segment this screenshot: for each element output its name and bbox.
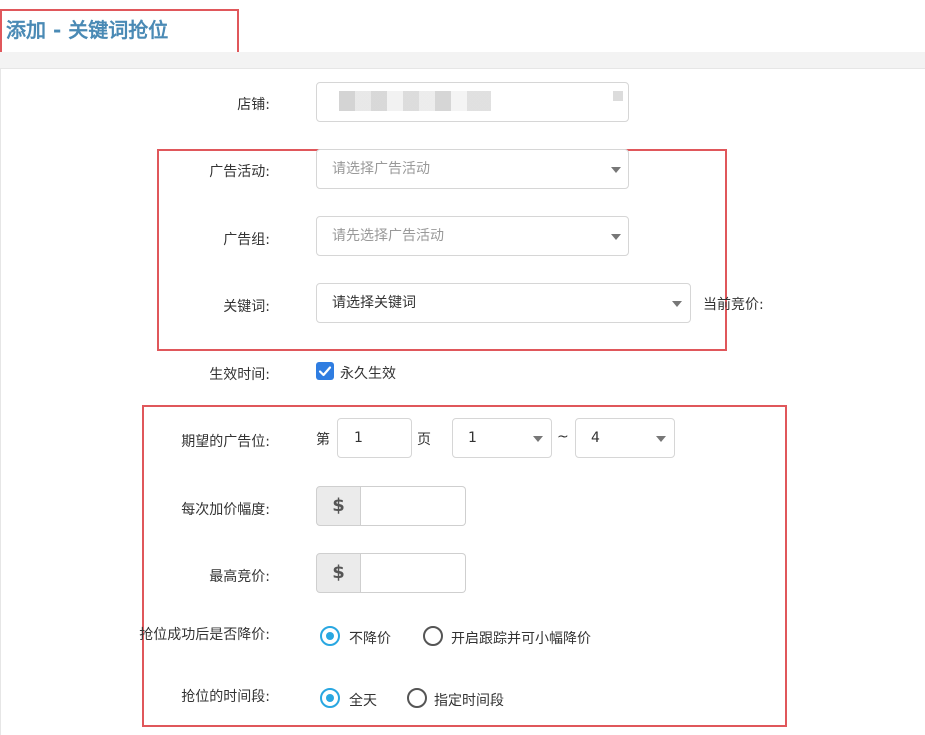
header-divider <box>0 52 925 69</box>
ad-group-select[interactable]: 请先选择广告活动 <box>316 216 629 256</box>
keyword-select-placeholder: 请选择关键词 <box>332 295 416 311</box>
keyword-select[interactable]: 请选择关键词 <box>316 283 691 323</box>
store-field[interactable] <box>316 82 629 122</box>
chevron-down-icon <box>611 234 621 240</box>
no-lower-radio[interactable] <box>320 626 340 646</box>
permanent-checkbox[interactable] <box>316 362 334 380</box>
ad-group-select-placeholder: 请先选择广告活动 <box>332 228 444 244</box>
check-icon <box>318 366 332 377</box>
permanent-checkbox-label[interactable]: 永久生效 <box>340 363 396 383</box>
dollar-icon: $ <box>316 486 361 526</box>
store-label: 店铺: <box>237 97 270 113</box>
specified-period-radio-label[interactable]: 指定时间段 <box>434 690 504 710</box>
chevron-down-icon <box>533 436 543 442</box>
max-bid-input[interactable] <box>361 553 466 593</box>
increment-label: 每次加价幅度: <box>181 502 270 518</box>
specified-period-radio[interactable] <box>407 688 427 708</box>
track-lower-radio[interactable] <box>423 626 443 646</box>
position-from-value: 1 <box>468 430 477 446</box>
campaign-label: 广告活动: <box>209 164 270 180</box>
position-to-select[interactable]: 4 <box>575 418 675 458</box>
current-bid-label: 当前竞价: <box>703 297 764 313</box>
keyword-label: 关键词: <box>223 299 270 315</box>
max-bid-label: 最高竞价: <box>209 569 270 585</box>
store-value-redacted <box>339 91 491 111</box>
campaign-select[interactable]: 请选择广告活动 <box>316 149 629 189</box>
left-border <box>0 68 1 735</box>
track-lower-radio-label[interactable]: 开启跟踪并可小幅降价 <box>451 628 591 648</box>
no-lower-radio-label[interactable]: 不降价 <box>349 628 391 648</box>
page-number-input[interactable]: 1 <box>337 418 412 458</box>
chevron-down-icon <box>656 436 666 442</box>
effective-time-label: 生效时间: <box>209 367 270 383</box>
store-redacted-mark <box>613 91 623 101</box>
ad-group-label: 广告组: <box>223 232 270 248</box>
increment-input[interactable] <box>361 486 466 526</box>
lower-after-win-label: 抢位成功后是否降价: <box>139 627 270 643</box>
all-day-radio[interactable] <box>320 688 340 708</box>
all-day-radio-label[interactable]: 全天 <box>349 690 377 710</box>
desired-position-label: 期望的广告位: <box>181 434 270 450</box>
position-to-value: 4 <box>591 430 600 446</box>
dollar-icon: $ <box>316 553 361 593</box>
chevron-down-icon <box>611 167 621 173</box>
time-period-label: 抢位的时间段: <box>181 689 270 705</box>
page-suffix: 页 <box>417 432 431 448</box>
range-separator: ~ <box>557 429 569 445</box>
chevron-down-icon <box>672 301 682 307</box>
page-prefix: 第 <box>316 432 330 448</box>
campaign-select-placeholder: 请选择广告活动 <box>332 161 430 177</box>
position-from-select[interactable]: 1 <box>452 418 552 458</box>
